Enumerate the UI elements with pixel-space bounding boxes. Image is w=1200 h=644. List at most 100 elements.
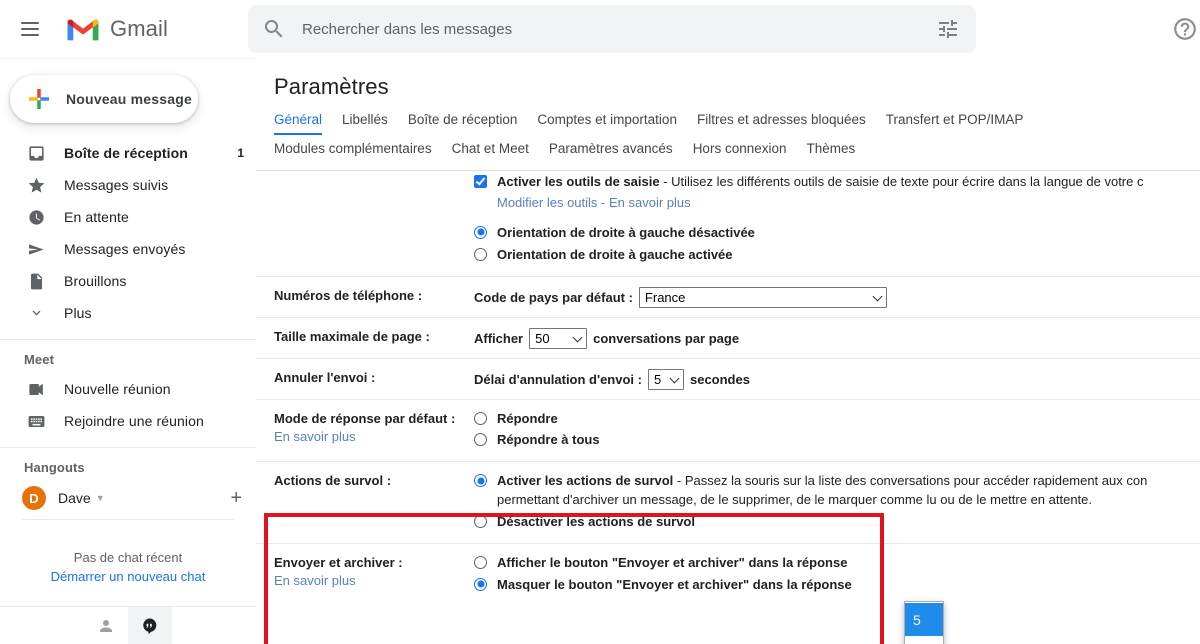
input-tools-text: Activer les outils de saisie - Utilisez …	[497, 173, 1143, 192]
contacts-tab-button[interactable]	[84, 607, 128, 644]
rtl-off-radio[interactable]	[474, 225, 487, 239]
settings-body: Activer les outils de saisie - Utilisez …	[256, 171, 1200, 644]
chat-tab-button[interactable]	[128, 606, 172, 644]
hover-enable-radio[interactable]	[474, 474, 487, 488]
help-circle-icon[interactable]	[1172, 16, 1198, 42]
tab-inbox[interactable]: Boîte de réception	[398, 112, 528, 135]
rtl-on-radio[interactable]	[474, 247, 487, 261]
hangouts-icon	[143, 618, 157, 634]
brand-name: Gmail	[110, 16, 168, 41]
hover-enable-bold: Activer les actions de survol	[497, 473, 674, 489]
hangouts-user-name: Dave	[58, 490, 91, 506]
input-tools-desc: - Utilisez les différents outils de sais…	[659, 174, 1144, 189]
chevron-down-icon[interactable]: ▼	[96, 493, 105, 503]
page-size-select[interactable]: 50	[529, 327, 588, 349]
clock-icon	[26, 207, 46, 227]
undo-send-delay-select[interactable]: 5	[647, 368, 684, 390]
reply-label: Répondre	[497, 410, 558, 426]
hover-disable-option: Désactiver les actions de survol	[474, 513, 1200, 532]
gmail-logo-brand[interactable]: Gmail	[64, 15, 168, 43]
sidebar-item-label: Rejoindre une réunion	[64, 413, 204, 429]
sidebar-item-new-meeting[interactable]: Nouvelle réunion	[0, 373, 256, 405]
dropdown-option-10[interactable]: 10	[905, 636, 943, 644]
chevron-down-icon	[26, 303, 46, 323]
hover-enable-text: Activer les actions de survol - Passez l…	[497, 472, 1147, 510]
hover-actions-label: Actions de survol :	[274, 473, 392, 489]
sidebar: Nouveau message Boîte de réception 1 Mes…	[0, 58, 256, 644]
undo-send-prefix: Délai d'annulation d'envoi :	[474, 371, 642, 387]
sidebar-item-label: Nouvelle réunion	[64, 381, 171, 397]
tab-accounts-import[interactable]: Comptes et importation	[527, 112, 687, 135]
hamburger-icon[interactable]	[6, 5, 54, 53]
edit-tools-link[interactable]: Modifier les outils	[497, 195, 597, 210]
reply-mode-title: Mode de réponse par défaut :	[274, 410, 456, 426]
hangouts-user-row[interactable]: D Dave ▼ +	[0, 481, 256, 515]
star-icon	[26, 175, 46, 195]
hover-enable-desc-line2: permettant d'archiver un message, de le …	[497, 492, 1093, 508]
reply-radio[interactable]	[474, 411, 487, 425]
search-icon	[265, 20, 283, 38]
send-archive-show-radio[interactable]	[474, 555, 487, 569]
tab-advanced[interactable]: Paramètres avancés	[539, 141, 683, 164]
send-archive-hide-radio[interactable]	[474, 577, 487, 591]
chat-empty-state: Pas de chat récent Démarrer un nouveau c…	[0, 550, 256, 584]
setting-row-input-tools: Activer les outils de saisie - Utilisez …	[256, 171, 1200, 276]
hangouts-divider	[22, 519, 234, 520]
sidebar-item-drafts[interactable]: Brouillons	[0, 265, 256, 297]
person-icon	[100, 619, 112, 632]
inbox-unread-count: 1	[237, 146, 244, 160]
input-tools-bold-label: Activer les outils de saisie	[497, 174, 660, 189]
hover-actions-control: Activer les actions de survol - Passez l…	[474, 472, 1200, 534]
keyboard-icon	[26, 411, 46, 431]
enable-input-tools-checkbox[interactable]	[474, 175, 487, 188]
start-new-chat-link[interactable]: Démarrer un nouveau chat	[0, 569, 256, 584]
tab-filters-blocked[interactable]: Filtres et adresses bloquées	[687, 112, 876, 135]
meet-section-title: Meet	[24, 352, 55, 367]
sidebar-item-starred[interactable]: Messages suivis	[0, 169, 256, 201]
sidebar-item-join-meeting[interactable]: Rejoindre une réunion	[0, 405, 256, 437]
tab-forwarding-pop-imap[interactable]: Transfert et POP/IMAP	[876, 112, 1034, 135]
reply-mode-learn-more-link[interactable]: En savoir plus	[274, 429, 474, 444]
input-tools-links: Modifier les outils - En savoir plus	[497, 195, 1200, 210]
tab-general[interactable]: Général	[274, 112, 332, 135]
rtl-on-label: Orientation de droite à gauche activée	[497, 246, 733, 262]
sidebar-item-sent[interactable]: Messages envoyés	[0, 233, 256, 265]
tab-themes[interactable]: Thèmes	[797, 141, 866, 164]
tab-addons[interactable]: Modules complémentaires	[274, 141, 442, 164]
search-bar[interactable]	[248, 5, 976, 53]
country-code-select[interactable]: France	[638, 286, 887, 308]
tune-icon[interactable]	[936, 17, 960, 41]
undo-send-suffix: secondes	[689, 371, 750, 387]
draft-icon	[26, 271, 46, 291]
setting-row-undo-send: Annuler l'envoi : Délai d'annulation d'e…	[256, 357, 1200, 399]
inbox-icon	[26, 143, 46, 163]
sidebar-item-snoozed[interactable]: En attente	[0, 201, 256, 233]
sidebar-item-more[interactable]: Plus	[0, 297, 256, 329]
send-archive-learn-more-link[interactable]: En savoir plus	[274, 573, 474, 588]
tab-offline[interactable]: Hors connexion	[683, 141, 797, 164]
tab-chat-meet[interactable]: Chat et Meet	[442, 141, 539, 164]
phone-control: Code de pays par défaut : France	[474, 286, 1200, 308]
reply-all-radio[interactable]	[474, 433, 487, 447]
reply-all-label: Répondre à tous	[497, 432, 600, 448]
setting-row-phone-numbers: Numéros de téléphone : Code de pays par …	[256, 275, 1200, 317]
settings-tabs: Général Libellés Boîte de réception Comp…	[256, 100, 1200, 171]
add-conversation-button[interactable]: +	[230, 488, 242, 508]
page-size-control: Afficher 50 conversations par page	[474, 327, 1200, 349]
undo-send-dropdown-list[interactable]: 5 10 20 30	[904, 601, 944, 644]
tab-labels[interactable]: Libellés	[332, 112, 398, 135]
hover-disable-radio[interactable]	[474, 514, 487, 528]
search-input[interactable]	[300, 19, 936, 39]
hover-enable-desc: - Passez la souris sur la liste des conv…	[673, 473, 1148, 489]
reply-option: Répondre	[474, 410, 1200, 429]
sidebar-item-inbox[interactable]: Boîte de réception 1	[0, 137, 256, 169]
settings-tabs-row-2: Modules complémentaires Chat et Meet Par…	[274, 141, 1200, 170]
dropdown-option-5[interactable]: 5	[905, 603, 943, 636]
page-size-prefix: Afficher	[474, 330, 524, 346]
sidebar-item-label: Messages envoyés	[64, 241, 186, 257]
hover-enable-option: Activer les actions de survol - Passez l…	[474, 472, 1200, 510]
hover-disable-label: Désactiver les actions de survol	[497, 513, 695, 529]
learn-more-link[interactable]: En savoir plus	[609, 195, 691, 210]
compose-button[interactable]: Nouveau message	[10, 75, 198, 123]
undo-send-control: Délai d'annulation d'envoi : 5 secondes	[474, 368, 1200, 390]
